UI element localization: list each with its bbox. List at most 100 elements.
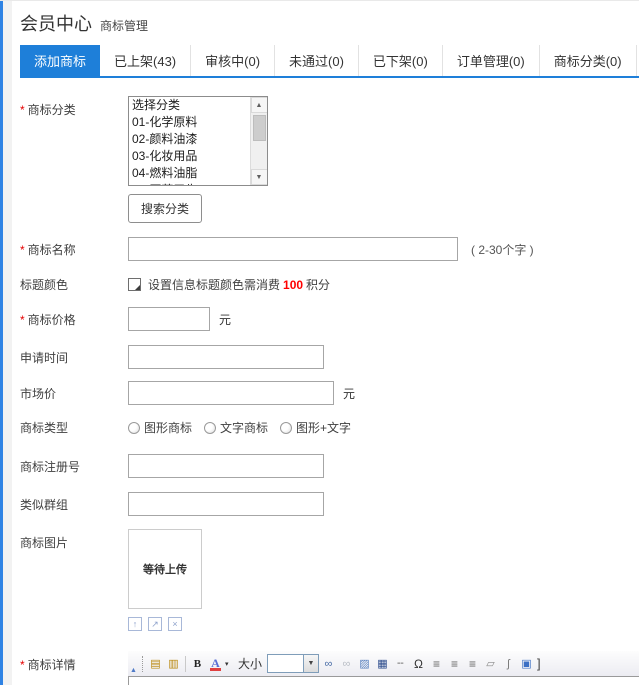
category-option[interactable]: 02-颜料油漆 bbox=[129, 131, 250, 148]
apply-time-label: 申请时间 bbox=[20, 349, 128, 366]
row-category: *商标分类 选择分类 01-化学原料 02-颜料油漆 03-化妆用品 04-燃料… bbox=[20, 96, 639, 223]
rich-text-editor: ▲ ▤ ▥ B A ▾ 大小 ▼ ∞ ∞ ▨ ▦ ╌ Ω ≡ ≡ ≡ bbox=[128, 651, 639, 685]
eraser-icon[interactable]: ▱ bbox=[482, 655, 499, 672]
radio-icon[interactable] bbox=[128, 422, 140, 434]
page-title: 会员中心 bbox=[20, 10, 92, 36]
image-upload-actions: ↑ ↗ × bbox=[128, 617, 202, 631]
left-gutter bbox=[3, 1, 12, 685]
upload-icon[interactable]: ↑ bbox=[128, 617, 142, 631]
market-price-input[interactable] bbox=[128, 381, 334, 405]
type-option-text[interactable]: 文字商标 bbox=[204, 419, 268, 436]
tab-bar: 添加商标 已上架(43) 审核中(0) 未通过(0) 已下架(0) 订单管理(0… bbox=[20, 45, 639, 78]
preview-icon[interactable]: ↗ bbox=[148, 617, 162, 631]
remove-icon[interactable]: × bbox=[168, 617, 182, 631]
required-marker: * bbox=[20, 243, 25, 257]
upload-placeholder: 等待上传 bbox=[143, 561, 187, 577]
tab-categories[interactable]: 商标分类(0) bbox=[540, 45, 637, 76]
font-color-caret-icon[interactable]: ▾ bbox=[225, 660, 233, 668]
row-name: *商标名称 ( 2-30个字 ) bbox=[20, 237, 639, 261]
category-option[interactable]: 选择分类 bbox=[129, 97, 250, 114]
detail-label: *商标详情 bbox=[20, 651, 128, 673]
required-marker: * bbox=[20, 313, 25, 327]
tab-rejected[interactable]: 未通过(0) bbox=[275, 45, 359, 76]
category-option[interactable]: 01-化学原料 bbox=[129, 114, 250, 131]
media-icon[interactable]: ▦ bbox=[374, 655, 391, 672]
listbox-scrollbar[interactable]: ▲ ▼ bbox=[250, 97, 267, 185]
align-left-icon[interactable]: ≡ bbox=[428, 655, 445, 672]
category-label: *商标分类 bbox=[20, 96, 128, 118]
name-label: *商标名称 bbox=[20, 241, 128, 258]
category-option[interactable]: 05-医药卫生 bbox=[129, 182, 250, 185]
align-center-icon[interactable]: ≡ bbox=[446, 655, 463, 672]
align-right-icon[interactable]: ≡ bbox=[464, 655, 481, 672]
type-option-graphic-text[interactable]: 图形+文字 bbox=[280, 419, 351, 436]
row-reg-number: 商标注册号 bbox=[20, 454, 639, 478]
search-category-button[interactable]: 搜索分类 bbox=[128, 194, 202, 223]
reg-number-input[interactable] bbox=[128, 454, 324, 478]
name-input[interactable] bbox=[128, 237, 458, 261]
category-option[interactable]: 03-化妆用品 bbox=[129, 148, 250, 165]
row-image: 商标图片 等待上传 ↑ ↗ × bbox=[20, 529, 639, 631]
scroll-down-icon[interactable]: ▼ bbox=[251, 169, 268, 185]
row-title-color: 标题颜色 设置信息标题颜色需消费100积分 bbox=[20, 276, 639, 293]
price-input[interactable] bbox=[128, 307, 210, 331]
row-type: 商标类型 图形商标 文字商标 图形+文字 bbox=[20, 419, 639, 436]
row-apply-time: 申请时间 bbox=[20, 345, 639, 369]
image-icon[interactable]: ▨ bbox=[356, 655, 373, 672]
tab-add-trademark[interactable]: 添加商标 bbox=[20, 45, 100, 76]
source-icon[interactable]: ▣ bbox=[518, 655, 535, 672]
font-size-select[interactable]: ▼ bbox=[267, 654, 319, 673]
font-size-label: 大小 bbox=[238, 655, 262, 672]
toolbar-end-bracket: ] bbox=[537, 656, 541, 671]
tab-listed[interactable]: 已上架(43) bbox=[100, 45, 191, 76]
paste-icon[interactable]: ▤ bbox=[147, 655, 164, 672]
unlink-icon[interactable]: ∞ bbox=[338, 655, 355, 672]
paste-word-icon[interactable]: ▥ bbox=[165, 655, 182, 672]
hr-icon[interactable]: ╌ bbox=[392, 655, 409, 672]
title-color-text: 设置信息标题颜色需消费100积分 bbox=[148, 276, 330, 293]
row-detail: *商标详情 ▲ ▤ ▥ B A ▾ 大小 ▼ ∞ ∞ ▨ ▦ ╌ bbox=[20, 651, 639, 685]
radio-icon[interactable] bbox=[204, 422, 216, 434]
row-similar-group: 类似群组 bbox=[20, 492, 639, 516]
toolbar-collapse-icon[interactable]: ▲ bbox=[130, 667, 137, 676]
editor-toolbar: ▲ ▤ ▥ B A ▾ 大小 ▼ ∞ ∞ ▨ ▦ ╌ Ω ≡ ≡ ≡ bbox=[128, 651, 639, 676]
special-char-icon[interactable]: Ω bbox=[410, 655, 427, 672]
toolbar-grip bbox=[142, 656, 143, 672]
required-marker: * bbox=[20, 103, 25, 117]
tab-orders[interactable]: 订单管理(0) bbox=[443, 45, 540, 76]
category-option[interactable]: 04-燃料油脂 bbox=[129, 165, 250, 182]
tab-delisted[interactable]: 已下架(0) bbox=[359, 45, 443, 76]
points-cost: 100 bbox=[283, 278, 303, 292]
radio-icon[interactable] bbox=[280, 422, 292, 434]
market-price-label: 市场价 bbox=[20, 385, 128, 402]
scroll-up-icon[interactable]: ▲ bbox=[251, 97, 268, 113]
page-header: 会员中心 商标管理 bbox=[20, 1, 639, 36]
reg-number-label: 商标注册号 bbox=[20, 458, 128, 475]
row-price: *商标价格 元 bbox=[20, 307, 639, 331]
attachment-icon[interactable]: ʃ bbox=[500, 655, 517, 672]
font-color-icon[interactable]: A bbox=[207, 655, 224, 672]
category-listbox[interactable]: 选择分类 01-化学原料 02-颜料油漆 03-化妆用品 04-燃料油脂 05-… bbox=[128, 96, 268, 186]
row-market-price: 市场价 元 bbox=[20, 381, 639, 405]
name-hint: ( 2-30个字 ) bbox=[471, 241, 534, 258]
market-price-unit: 元 bbox=[343, 385, 355, 402]
tab-in-review[interactable]: 审核中(0) bbox=[191, 45, 275, 76]
image-upload-box[interactable]: 等待上传 bbox=[128, 529, 202, 609]
type-option-graphic[interactable]: 图形商标 bbox=[128, 419, 192, 436]
bold-icon[interactable]: B bbox=[189, 655, 206, 672]
required-marker: * bbox=[20, 658, 25, 672]
apply-time-input[interactable] bbox=[128, 345, 324, 369]
price-unit: 元 bbox=[219, 311, 231, 328]
title-color-label: 标题颜色 bbox=[20, 276, 128, 293]
similar-group-label: 类似群组 bbox=[20, 496, 128, 513]
image-label: 商标图片 bbox=[20, 529, 128, 551]
page-subtitle: 商标管理 bbox=[100, 17, 148, 34]
similar-group-input[interactable] bbox=[128, 492, 324, 516]
link-icon[interactable]: ∞ bbox=[320, 655, 337, 672]
price-label: *商标价格 bbox=[20, 311, 128, 328]
editor-content-area[interactable] bbox=[128, 676, 639, 685]
member-center-panel: 会员中心 商标管理 添加商标 已上架(43) 审核中(0) 未通过(0) 已下架… bbox=[12, 1, 639, 685]
title-color-checkbox[interactable] bbox=[128, 278, 141, 291]
select-caret-icon[interactable]: ▼ bbox=[303, 655, 318, 672]
scrollbar-thumb[interactable] bbox=[253, 115, 266, 141]
